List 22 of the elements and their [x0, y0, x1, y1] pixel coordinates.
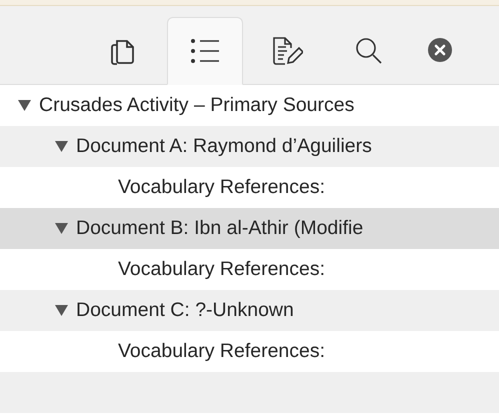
document-pencil-icon	[271, 35, 303, 67]
outline-row[interactable]: Crusades Activity – Primary Sources	[0, 85, 499, 126]
outline-item-label: Vocabulary References:	[118, 340, 326, 363]
disclosure-triangle-icon[interactable]	[55, 305, 68, 316]
disclosure-triangle-icon[interactable]	[55, 223, 68, 234]
outline-row[interactable]: Document B: Ibn al-Athir (Modifie	[0, 208, 499, 249]
outline-item-label: Vocabulary References:	[118, 258, 326, 281]
outline-item-label: Vocabulary References:	[118, 176, 326, 199]
disclosure-triangle-icon[interactable]	[55, 141, 68, 152]
outline-row[interactable]: Document A: Raymond d’Aguiliers	[0, 126, 499, 167]
outline-item-label: Document A: Raymond d’Aguiliers	[76, 135, 372, 158]
disclosure-triangle-icon[interactable]	[18, 100, 31, 111]
outline-item-label: Document C: ?-Unknown	[76, 299, 294, 322]
outline-item-label: Document B: Ibn al-Athir (Modifie	[76, 217, 364, 240]
outline-item-label: Crusades Activity – Primary Sources	[39, 94, 354, 117]
outline-row[interactable]: Vocabulary References:	[0, 331, 499, 372]
outline-row[interactable]: Vocabulary References:	[0, 167, 499, 208]
outline-row[interactable]: Vocabulary References:	[0, 249, 499, 290]
outline-row[interactable]: Document C: ?-Unknown	[0, 290, 499, 331]
search-icon	[354, 36, 384, 66]
list-icon	[190, 37, 220, 65]
close-button[interactable]	[428, 38, 452, 62]
